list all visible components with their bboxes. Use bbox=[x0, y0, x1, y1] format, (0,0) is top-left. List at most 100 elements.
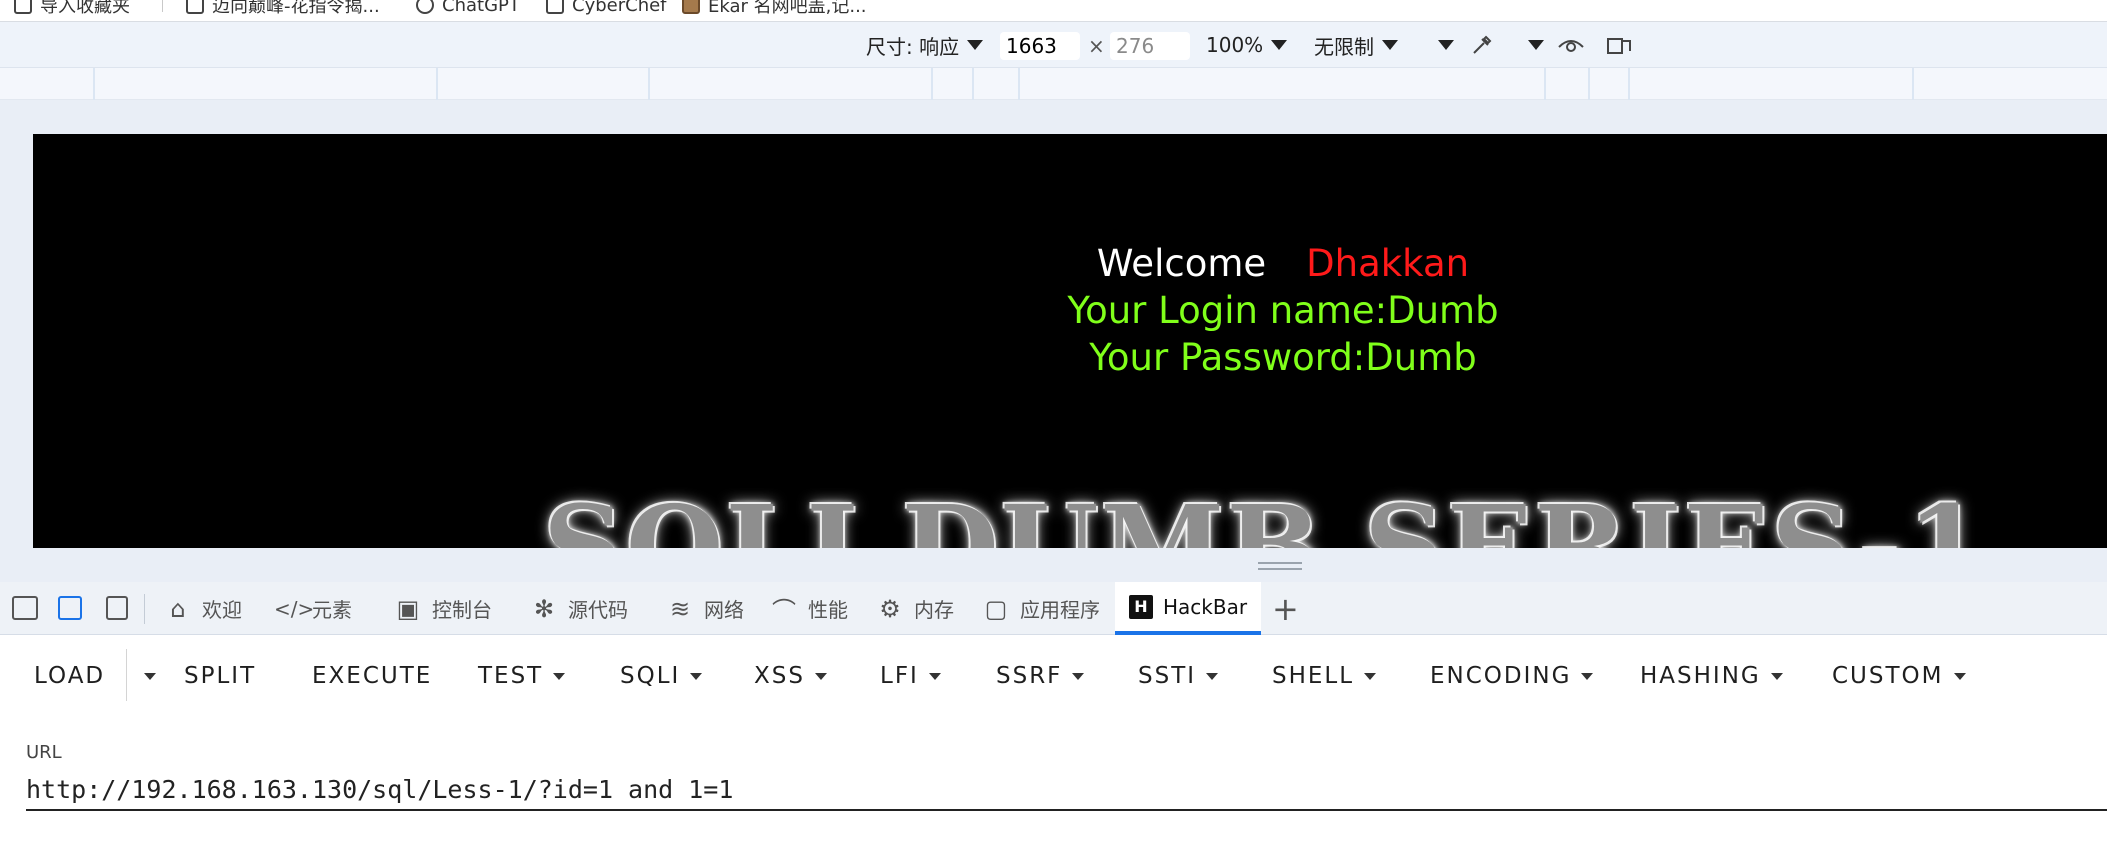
tab-memory[interactable]: ⚙ 内存 bbox=[876, 582, 954, 635]
tab-separator bbox=[144, 594, 145, 624]
tab-application[interactable]: ▢ 应用程序 bbox=[982, 582, 1100, 635]
chevron-down-icon bbox=[814, 672, 827, 680]
shell-menu[interactable]: SHELL bbox=[1272, 661, 1377, 691]
chip-icon: ⚙ bbox=[879, 594, 901, 623]
rotate-icon[interactable] bbox=[1604, 31, 1634, 59]
welcome-text: Welcome bbox=[1096, 242, 1267, 285]
ruler-tick bbox=[648, 68, 650, 100]
chevron-down-icon bbox=[1953, 672, 1966, 680]
load-options-dropdown[interactable] bbox=[134, 661, 156, 691]
ruler-tick bbox=[1544, 68, 1546, 100]
bookmark-chatgpt[interactable]: ChatGPT bbox=[416, 0, 520, 19]
tab-console[interactable]: ▣ 控制台 bbox=[394, 582, 492, 635]
eyedropper-icon[interactable] bbox=[1468, 31, 1496, 59]
console-icon: ▣ bbox=[396, 594, 420, 623]
password-text: Your Password:Dumb bbox=[1089, 336, 1477, 379]
chevron-down-icon bbox=[1382, 40, 1398, 50]
execute-button[interactable]: EXECUTE bbox=[312, 661, 432, 691]
custom-menu[interactable]: CUSTOM bbox=[1832, 661, 1966, 691]
eyedropper-dropdown[interactable] bbox=[1520, 31, 1544, 59]
app-icon: ▢ bbox=[984, 594, 1008, 623]
wifi-icon: ≋ bbox=[669, 594, 691, 623]
viewport-resize-handle[interactable] bbox=[1258, 562, 1302, 572]
ruler-tick bbox=[931, 68, 933, 100]
ssrf-menu[interactable]: SSRF bbox=[996, 661, 1085, 691]
add-tab-icon[interactable]: + bbox=[1272, 590, 1299, 628]
lfi-menu[interactable]: LFI bbox=[880, 661, 941, 691]
width-input[interactable]: 1663 bbox=[1000, 32, 1080, 60]
vision-icon[interactable] bbox=[1556, 31, 1586, 59]
ruler-tick bbox=[436, 68, 438, 100]
load-divider bbox=[126, 649, 127, 701]
split-button[interactable]: SPLIT bbox=[184, 661, 256, 691]
ssti-menu[interactable]: SSTI bbox=[1138, 661, 1219, 691]
bookmark-item[interactable]: Ekar 名网吧盖,记... bbox=[682, 0, 867, 19]
bookmarks-bar: 导入收藏夹 迈向巅峰-花指令揭... ChatGPT CyberChef Eka… bbox=[0, 0, 2107, 22]
chevron-down-icon bbox=[1581, 672, 1594, 680]
tab-sources[interactable]: ✻ 源代码 bbox=[530, 582, 628, 635]
chatgpt-icon bbox=[416, 0, 434, 14]
test-menu[interactable]: TEST bbox=[478, 661, 566, 691]
chevron-down-icon bbox=[144, 672, 156, 680]
tab-network[interactable]: ≋ 网络 bbox=[666, 582, 744, 635]
tab-hackbar[interactable]: H HackBar bbox=[1115, 582, 1262, 635]
media-query-ruler[interactable] bbox=[0, 68, 2107, 100]
chevron-down-icon bbox=[1770, 672, 1783, 680]
avatar-icon bbox=[682, 0, 700, 14]
device-toolbar: 尺寸: 响应 1663 × 276 100% 无限制 bbox=[0, 22, 2107, 68]
more-dropdown[interactable] bbox=[1430, 31, 1454, 59]
chevron-down-icon bbox=[928, 672, 941, 680]
chevron-down-icon bbox=[690, 672, 703, 680]
welcome-block: Welcome Dhakkan Your Login name:Dumb Your… bbox=[33, 240, 2107, 381]
bookmark-cyberchef[interactable]: CyberChef bbox=[546, 0, 667, 19]
ruler-tick bbox=[1018, 68, 1020, 100]
tab-welcome[interactable]: ⌂ 欢迎 bbox=[164, 582, 242, 635]
zoom-dropdown[interactable]: 100% bbox=[1206, 31, 1288, 59]
import-icon bbox=[14, 0, 32, 14]
chevron-down-icon bbox=[553, 672, 566, 680]
home-icon: ⌂ bbox=[170, 594, 186, 623]
tab-performance[interactable]: ⌒ 性能 bbox=[770, 582, 848, 635]
times-symbol: × bbox=[1088, 34, 1105, 58]
ruler-tick bbox=[972, 68, 974, 100]
chevron-down-icon bbox=[967, 40, 984, 50]
tab-elements[interactable]: </> 元素 bbox=[274, 582, 352, 635]
throttle-dropdown[interactable]: 无限制 bbox=[1314, 31, 1398, 59]
device-toggle-icon[interactable] bbox=[58, 596, 82, 620]
ruler-tick bbox=[93, 68, 95, 100]
url-input[interactable]: http://192.168.163.130/sql/Less-1/?id=1 … bbox=[26, 771, 2107, 811]
ruler-tick bbox=[1628, 68, 1630, 100]
browser-window: 导入收藏夹 迈向巅峰-花指令揭... ChatGPT CyberChef Eka… bbox=[0, 0, 2107, 846]
bug-icon: ✻ bbox=[533, 594, 555, 623]
chevron-down-icon bbox=[1072, 672, 1085, 680]
page-icon bbox=[186, 0, 204, 14]
gauge-icon: ⌒ bbox=[772, 597, 796, 625]
chevron-down-icon bbox=[1438, 40, 1454, 50]
chevron-down-icon bbox=[1206, 672, 1219, 680]
chevron-down-icon bbox=[1528, 40, 1544, 50]
user-name: Dhakkan bbox=[1306, 242, 1470, 285]
height-input[interactable]: 276 bbox=[1110, 32, 1190, 60]
hashing-menu[interactable]: HASHING bbox=[1640, 661, 1783, 691]
ruler-tick bbox=[1912, 68, 1914, 100]
chevron-down-icon bbox=[1271, 40, 1288, 50]
sqli-menu[interactable]: SQLI bbox=[620, 661, 703, 691]
load-button[interactable]: LOAD bbox=[34, 661, 105, 691]
dimensions-dropdown[interactable]: 尺寸: 响应 bbox=[866, 31, 984, 59]
bookmark-separator bbox=[162, 0, 163, 12]
emulated-page: Welcome Dhakkan Your Login name:Dumb Your… bbox=[33, 134, 2107, 548]
devtools-tab-strip: ⌂ 欢迎 </> 元素 ▣ 控制台 ✻ 源代码 ≋ 网络 ⌒ 性能 ⚙ 内存 ▢ bbox=[0, 582, 2107, 635]
encoding-menu[interactable]: ENCODING bbox=[1430, 661, 1594, 691]
xss-menu[interactable]: XSS bbox=[754, 661, 827, 691]
hackbar-logo-icon: H bbox=[1129, 594, 1153, 619]
bookmark-item[interactable]: 迈向巅峰-花指令揭... bbox=[186, 0, 380, 19]
code-icon: </> bbox=[274, 596, 315, 621]
banner-title: SQLI DUMB SERIES-1 bbox=[543, 482, 1987, 548]
url-label: URL bbox=[26, 742, 62, 763]
login-name-text: Your Login name:Dumb bbox=[1067, 289, 1499, 332]
bookmark-import[interactable]: 导入收藏夹 bbox=[14, 0, 130, 19]
ruler-tick bbox=[1588, 68, 1590, 100]
dock-icon[interactable] bbox=[106, 596, 128, 620]
hackbar-panel: LOAD SPLIT EXECUTE TEST SQLI XSS LFI SSR… bbox=[0, 635, 2107, 846]
inspect-icon[interactable] bbox=[12, 596, 38, 620]
